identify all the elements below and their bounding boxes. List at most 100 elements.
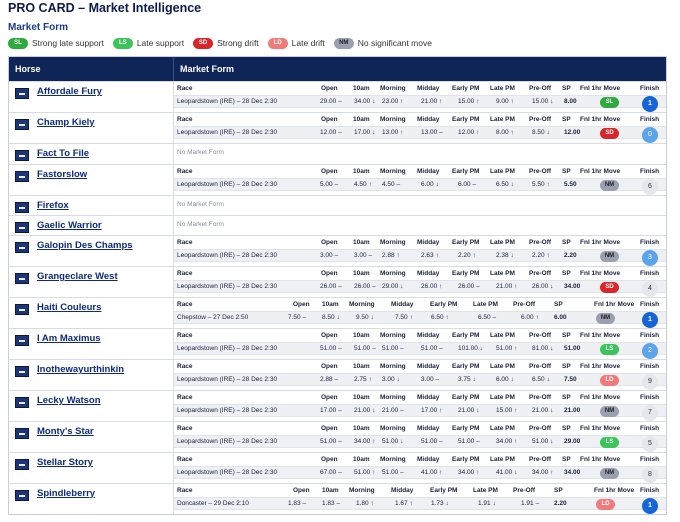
price-value: 7.50 – <box>288 314 307 321</box>
legend-label: Strong late support <box>32 38 104 48</box>
price-value: 67.00 – <box>320 469 342 476</box>
move-badge: SD <box>600 128 619 139</box>
market-form-values: Leopardstown (IRE) – 28 Dec 2:30 17.00 – 2… <box>174 404 666 417</box>
legend-badge: SL <box>8 37 28 49</box>
subheader-label: Morning <box>380 363 406 370</box>
subheader-label: Fnl 1hr Move <box>580 116 621 123</box>
table-row: Fastorslow Race Open 10am Morning Midday Early… <box>9 164 666 195</box>
finish-position-badge: 1 <box>642 96 658 112</box>
subheader-label: Pre-Off <box>513 487 536 494</box>
subheader-label: Late PM <box>490 168 515 175</box>
horse-name-link[interactable]: Monty's Star <box>37 426 94 437</box>
subheader-label: Early PM <box>452 168 480 175</box>
table-header: Horse Market Form <box>9 57 666 81</box>
price-value: 4.50 – <box>382 181 401 188</box>
subheader-label: Early PM <box>452 363 480 370</box>
subheader-label: Morning <box>380 270 406 277</box>
subheader-label: 10am <box>353 332 370 339</box>
subheader-label: 10am <box>353 116 370 123</box>
horse-name-link[interactable]: Affordale Fury <box>37 86 102 97</box>
price-value: 6.00 ↓ <box>496 376 514 383</box>
price-value: 15.00 ↑ <box>458 98 480 105</box>
no-market-form-text: No Market Form <box>177 201 224 208</box>
subheader-label: Late PM <box>490 270 515 277</box>
horse-name-link[interactable]: Fact To File <box>37 148 89 159</box>
move-badge: SL <box>600 97 619 108</box>
horse-name-link[interactable]: Stellar Story <box>37 457 93 468</box>
move-badge: NM <box>600 251 619 262</box>
subheader-label: Early PM <box>452 85 480 92</box>
horse-cell: Fastorslow <box>9 165 174 195</box>
jockey-silks-icon <box>15 428 29 439</box>
price-value: 2.63 ↑ <box>421 252 439 259</box>
price-value: 1.91 ↓ <box>478 500 496 507</box>
subheader-label: 10am <box>353 270 370 277</box>
price-value: 21.00 ↑ <box>496 283 518 290</box>
subheader-label: SP <box>562 239 571 246</box>
market-form-cell: Race Open 10am Morning Midday Early PM Late PM… <box>174 82 666 112</box>
market-form-values: Leopardstown (IRE) – 28 Dec 2:30 3.00 – 3.… <box>174 249 666 262</box>
subheader-label: 10am <box>322 301 339 308</box>
subheader-label: Finish <box>640 85 660 92</box>
horse-name-link[interactable]: Haiti Couleurs <box>37 302 101 313</box>
horse-name-link[interactable]: Lecky Watson <box>37 395 101 406</box>
subheader-label: Midday <box>417 363 440 370</box>
subheader-label: SP <box>562 425 571 432</box>
subheader-label: Open <box>321 425 338 432</box>
subheader-label: Late PM <box>490 394 515 401</box>
horse-name-link[interactable]: I Am Maximus <box>37 333 101 344</box>
price-value: 2.20 ↑ <box>458 252 476 259</box>
price-value: 21.00 ↓ <box>532 407 554 414</box>
jockey-silks-icon <box>15 119 29 130</box>
subheader-label: Race <box>177 394 193 401</box>
price-value: 5.00 – <box>320 181 339 188</box>
price-value: 26.00 – <box>320 283 342 290</box>
horse-name-link[interactable]: Gaelic Warrior <box>37 220 102 231</box>
market-form-subheader: Race Open 10am Morning Midday Early PM Late PM… <box>174 299 666 311</box>
horse-name-link[interactable]: Grangeclare West <box>37 271 118 282</box>
subheader-label: Late PM <box>473 301 498 308</box>
race-label: Leopardstown (IRE) – 28 Dec 2:30 <box>177 376 278 383</box>
horse-cell: Affordale Fury <box>9 82 174 112</box>
market-form-values: Leopardstown (IRE) – 28 Dec 2:30 29.00 – 3… <box>174 95 666 108</box>
jockey-silks-icon <box>15 397 29 408</box>
subheader-label: Midday <box>417 116 440 123</box>
market-form-cell: No Market Form <box>174 144 666 164</box>
price-value: 1.67 ↑ <box>395 500 413 507</box>
market-form-subheader: Race Open 10am Morning Midday Early PM Late PM… <box>174 361 666 373</box>
horse-name-link[interactable]: Fastorslow <box>37 169 87 180</box>
market-form-cell: Race Open 10am Morning Midday Early PM Late PM… <box>174 267 666 297</box>
price-value: 9.50 ↓ <box>356 314 374 321</box>
subheader-label: Open <box>321 239 338 246</box>
jockey-silks-icon <box>15 202 29 213</box>
subheader-label: SP <box>562 168 571 175</box>
price-value: 34.00 ↑ <box>354 438 376 445</box>
move-badge: LD <box>600 375 619 386</box>
subheader-label: Open <box>321 394 338 401</box>
subheader-label: Morning <box>380 394 406 401</box>
table-row: Monty's Star Race Open 10am Morning Midday Ear… <box>9 421 666 452</box>
horse-name-link[interactable]: Spindleberry <box>37 488 95 499</box>
price-value: 13.00 ↑ <box>382 129 404 136</box>
horse-name-link[interactable]: Inothewayurthinkin <box>37 364 124 375</box>
subheader-label: Open <box>321 85 338 92</box>
subheader-label: Pre-Off <box>529 85 552 92</box>
table-row: Champ Kiely Race Open 10am Morning Midday Earl… <box>9 112 666 143</box>
subheader-label: SP <box>562 116 571 123</box>
no-market-form-text: No Market Form <box>177 149 224 156</box>
horse-name-link[interactable]: Champ Kiely <box>37 117 95 128</box>
subheader-label: Race <box>177 487 193 494</box>
col-header-horse: Horse <box>9 57 174 81</box>
market-form-subheader: Race Open 10am Morning Midday Early PM Late PM… <box>174 166 666 178</box>
price-value: 2.75 ↑ <box>354 376 372 383</box>
legend-badge: LS <box>112 37 133 49</box>
subheader-label: Open <box>321 363 338 370</box>
subheader-label: Pre-Off <box>513 301 536 308</box>
horse-name-link[interactable]: Galopin Des Champs <box>37 240 133 251</box>
jockey-silks-icon <box>15 459 29 470</box>
horse-name-link[interactable]: Firefox <box>37 200 69 211</box>
legend-item: LD Late drift <box>267 37 325 49</box>
market-form-subheader: Race Open 10am Morning Midday Early PM Late PM… <box>174 83 666 95</box>
price-value: 51.00 – <box>354 345 376 352</box>
subheader-label: Early PM <box>430 301 458 308</box>
